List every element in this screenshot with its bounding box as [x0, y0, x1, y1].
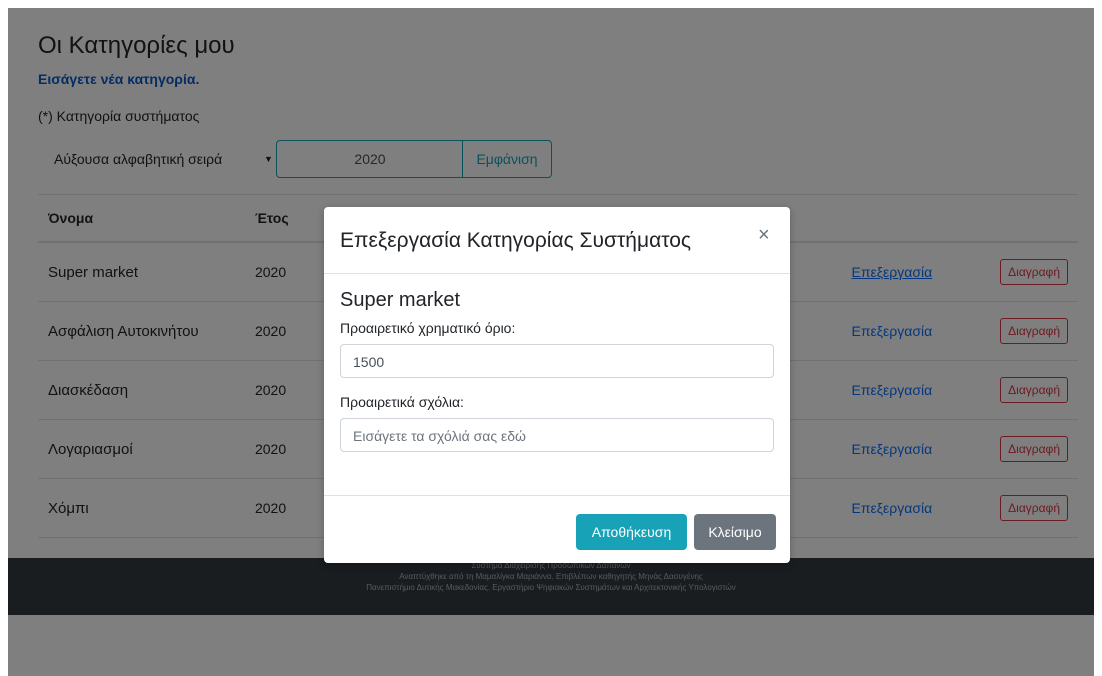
modal-header: Επεξεργασία Κατηγορίας Συστήματος × [324, 207, 790, 274]
edit-category-modal: Επεξεργασία Κατηγορίας Συστήματος × Supe… [324, 207, 790, 563]
comments-input[interactable]: Εισάγετε τα σχόλιά σας εδώ [340, 418, 774, 452]
modal-footer: Αποθήκευση Κλείσιμο [324, 495, 790, 564]
modal-category-name: Super market [340, 289, 461, 311]
close-icon[interactable]: × [758, 225, 770, 245]
modal-body: Super market Προαιρετικό χρηματικό όριο:… [340, 289, 776, 452]
save-button[interactable]: Αποθήκευση [576, 514, 687, 550]
close-button[interactable]: Κλείσιμο [694, 514, 776, 550]
limit-label: Προαιρετικό χρηματικό όριο: [340, 320, 516, 336]
limit-input[interactable]: 1500 [340, 344, 774, 378]
modal-title: Επεξεργασία Κατηγορίας Συστήματος [340, 229, 692, 252]
comments-label: Προαιρετικά σχόλια: [340, 394, 464, 410]
